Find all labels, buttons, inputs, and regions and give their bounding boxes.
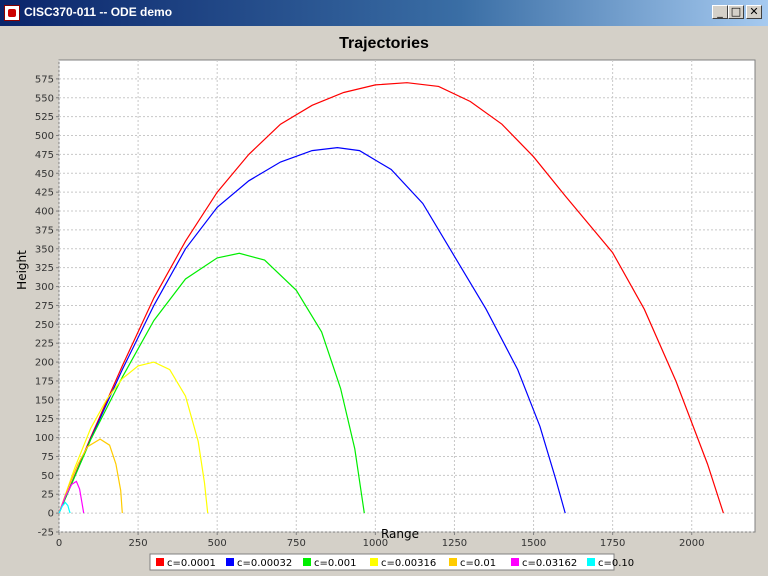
legend-label: c=0.001 [314,558,357,569]
y-tick-label: 275 [35,301,54,312]
y-tick-label: 450 [35,169,54,180]
y-tick-label: 0 [48,509,54,520]
y-tick-label: 225 [35,339,54,350]
legend-swatch [226,558,234,566]
y-tick-label: 300 [35,282,54,293]
y-tick-label: 100 [35,433,54,444]
y-tick-label: 75 [41,452,54,463]
app-window: CISC370-011 -- ODE demo _ □ ✕ Trajectori… [0,0,768,576]
legend-swatch [303,558,311,566]
y-tick-label: 200 [35,358,54,369]
x-tick-label: 1750 [600,538,625,549]
window-title: CISC370-011 -- ODE demo [24,5,173,19]
y-tick-label: 125 [35,414,54,425]
x-tick-label: 1250 [442,538,467,549]
y-tick-label: 425 [35,188,54,199]
y-tick-label: 400 [35,207,54,218]
legend-label: c=0.10 [598,558,634,569]
y-tick-label: 250 [35,320,54,331]
legend-label: c=0.00316 [381,558,436,569]
y-tick-label: 25 [41,490,54,501]
legend-swatch [587,558,595,566]
y-tick-label: -25 [38,528,54,539]
legend-swatch [370,558,378,566]
legend-label: c=0.00032 [237,558,292,569]
y-tick-label: 150 [35,395,54,406]
legend-swatch [449,558,457,566]
y-tick-label: 175 [35,376,54,387]
legend-label: c=0.01 [460,558,496,569]
chart-title: Trajectories [339,35,429,52]
chart-canvas: Trajectories -25025507510012515017520022… [15,35,756,571]
y-axis: -25 0 25 50 75 100 125 150 175 200 225 250 275 300 325… [35,74,59,539]
x-tick-label: 2000 [679,538,704,549]
x-axis-label: Range [381,527,419,541]
legend-swatch [156,558,164,566]
y-tick-label: 50 [41,471,54,482]
maximize-button[interactable]: □ [728,5,744,19]
y-tick-label: 575 [35,74,54,85]
x-tick-label: 250 [129,538,148,549]
close-button[interactable]: ✕ [746,5,762,19]
x-tick-label: 750 [287,538,306,549]
y-tick-label: 475 [35,150,54,161]
x-tick-label: 1500 [521,538,546,549]
y-tick-label: 550 [35,93,54,104]
y-tick-label: 325 [35,263,54,274]
java-app-icon[interactable] [4,5,20,21]
legend-swatch [511,558,519,566]
y-tick-label: 500 [35,131,54,142]
legend-label: c=0.0001 [167,558,216,569]
x-tick-label: 500 [208,538,227,549]
plot-area [58,59,756,533]
y-tick-label: 375 [35,225,54,236]
x-tick-label: 0 [56,538,62,549]
y-axis-label: Height [15,250,29,290]
legend-label: c=0.03162 [522,558,577,569]
title-bar[interactable]: CISC370-011 -- ODE demo _ □ ✕ [0,0,768,26]
y-tick-label: 525 [35,112,54,123]
minimize-button[interactable]: _ [712,5,728,19]
y-tick-label: 350 [35,244,54,255]
